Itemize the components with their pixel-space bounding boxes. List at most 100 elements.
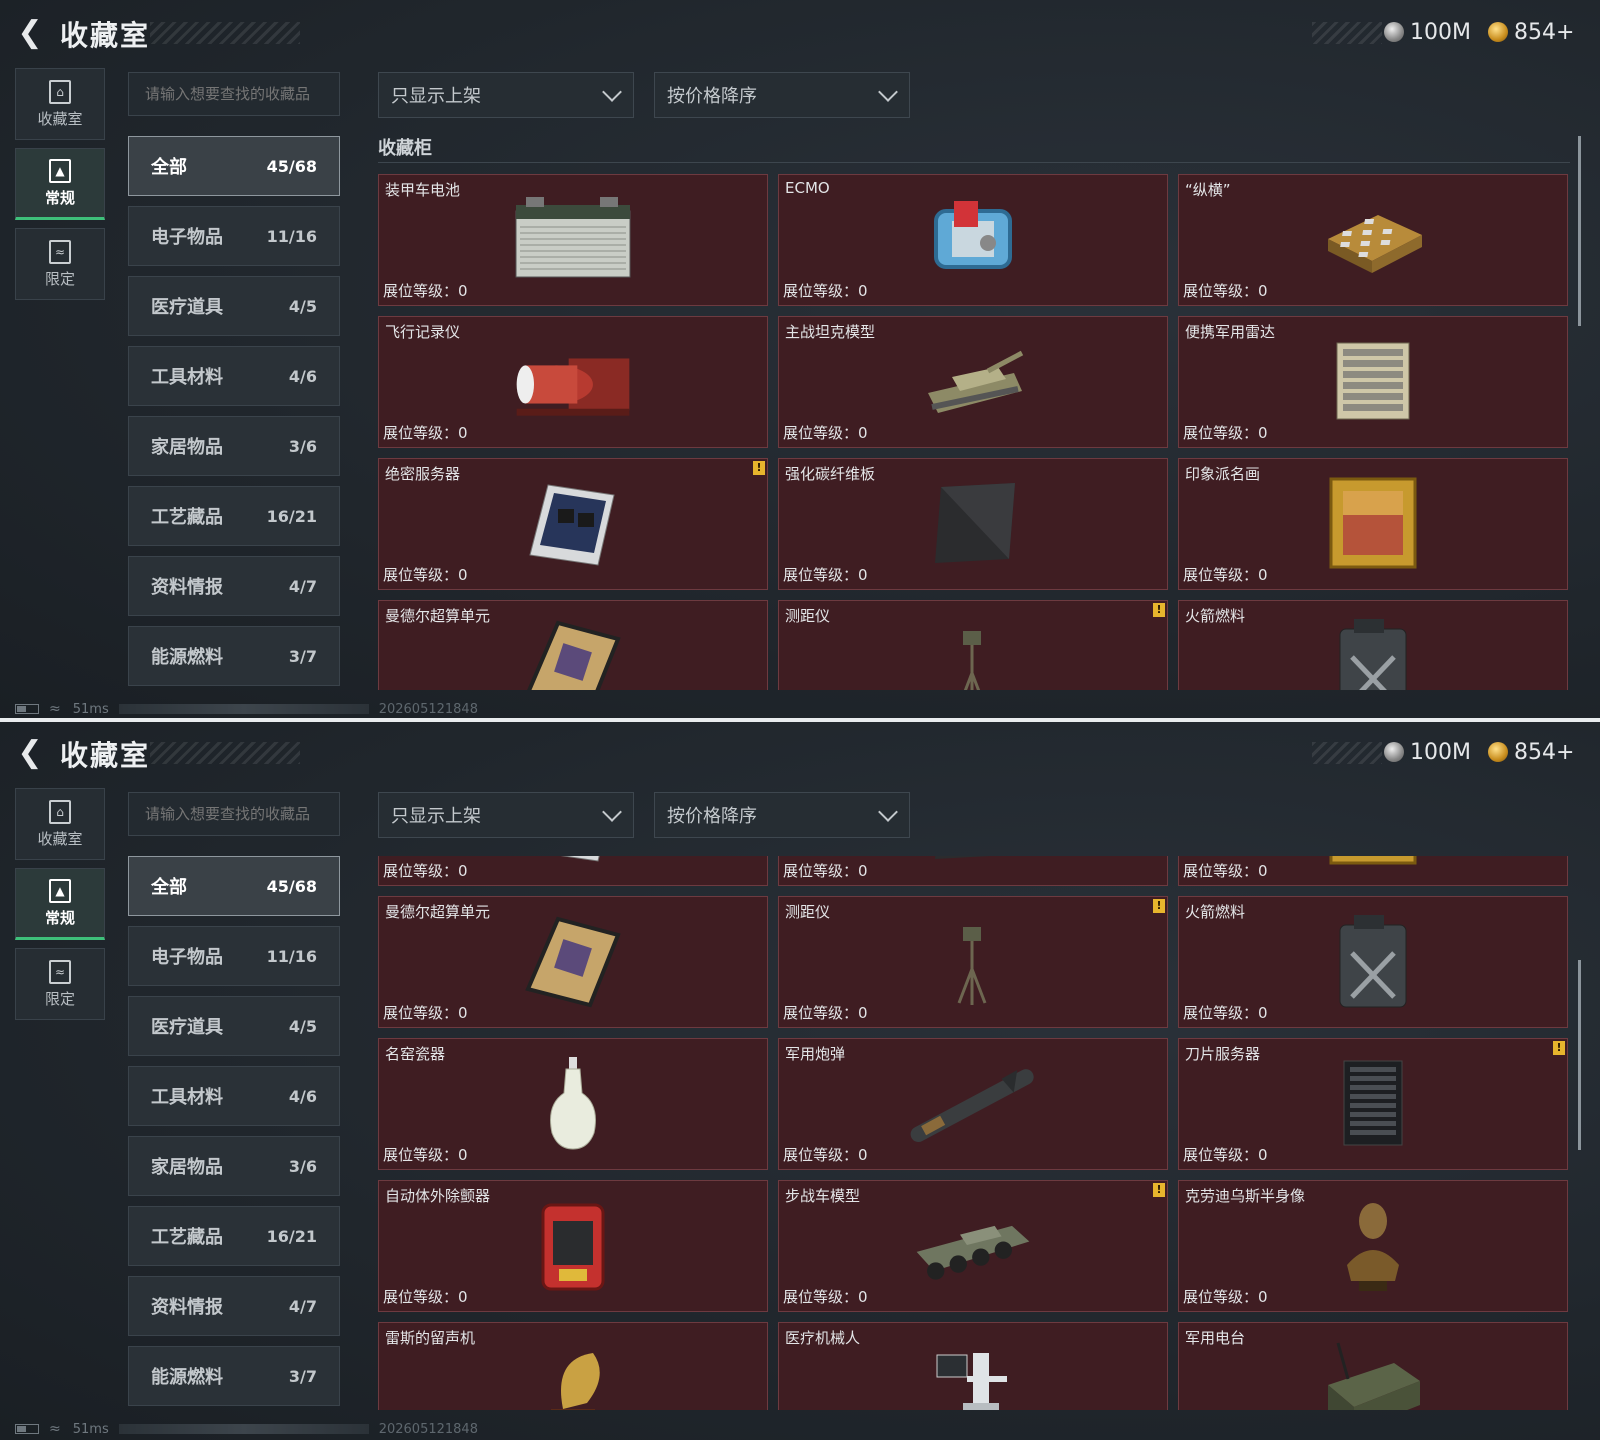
category-tab[interactable]: 全部 45/68 xyxy=(128,856,340,916)
collection-item-card[interactable]: 飞行记录仪 展位等级：0 xyxy=(378,316,768,448)
item-name: 军用电台 xyxy=(1185,1329,1246,1347)
item-name: 曼德尔超算单元 xyxy=(385,607,491,625)
currency-gold[interactable]: 854+ xyxy=(1488,738,1574,766)
category-tab[interactable]: 电子物品 11/16 xyxy=(128,206,340,266)
battery-icon xyxy=(508,189,638,289)
category-label: 能源燃料 xyxy=(151,1367,223,1388)
chevron-down-icon xyxy=(878,82,898,102)
display-level: 展位等级：0 xyxy=(383,1146,468,1164)
display-level: 展位等级：0 xyxy=(783,566,868,584)
nav-limited[interactable]: ≈ 限定 xyxy=(15,948,105,1020)
collection-item-card[interactable]: 绝密服务器展位等级：0! xyxy=(378,856,768,886)
collection-item-card[interactable]: 自动体外除颤器 展位等级：0 xyxy=(378,1180,768,1312)
nav-regular[interactable]: ▲ 常规 xyxy=(15,868,105,940)
divider xyxy=(0,718,1600,722)
category-count: 16/21 xyxy=(266,1226,317,1246)
currency-silver-value: 100M xyxy=(1410,19,1471,45)
category-tab[interactable]: 能源燃料 3/7 xyxy=(128,1346,340,1406)
artillery-shell-icon xyxy=(908,1053,1038,1153)
display-level: 展位等级：0 xyxy=(1183,1004,1268,1022)
category-tab[interactable]: 资料情报 4/7 xyxy=(128,1276,340,1336)
nav-regular[interactable]: ▲ 常规 xyxy=(15,148,105,220)
collection-item-card[interactable]: 医疗机械人展位等级：0 xyxy=(778,1322,1168,1410)
collection-item-card[interactable]: 强化碳纤维板展位等级：0 xyxy=(778,458,1168,590)
category-label: 家居物品 xyxy=(151,1157,223,1178)
currency-silver: 100M xyxy=(1384,18,1471,46)
category-tab[interactable]: 工具材料 4/6 xyxy=(128,1066,340,1126)
collection-item-card[interactable]: 主战坦克模型 展位等级：0 xyxy=(778,316,1168,448)
picture-icon: ≈ xyxy=(49,239,71,264)
nav-limited[interactable]: ≈ 限定 xyxy=(15,228,105,300)
nav-label: 限定 xyxy=(44,269,75,288)
item-name: 印象派名画 xyxy=(1185,465,1261,483)
silver-coin-icon xyxy=(1384,742,1404,762)
section-divider xyxy=(378,162,1570,163)
search-input[interactable] xyxy=(128,792,340,836)
collection-item-card[interactable]: 便携军用雷达 展位等级：0 xyxy=(1178,316,1568,448)
chevron-down-icon xyxy=(602,802,622,822)
collection-item-card[interactable]: 强化碳纤维板展位等级：0 xyxy=(778,856,1168,886)
collection-item-card[interactable]: 曼德尔超算单元展位等级：0 xyxy=(378,600,768,690)
shelf-filter-dropdown[interactable]: 只显示上架 xyxy=(378,72,634,118)
scrollbar[interactable] xyxy=(1578,960,1581,1150)
collection-item-card[interactable]: 测距仪展位等级：0! xyxy=(778,896,1168,1028)
collection-item-card[interactable]: 名窑瓷器 展位等级：0 xyxy=(378,1038,768,1170)
category-tab[interactable]: 家居物品 3/6 xyxy=(128,1136,340,1196)
collection-item-card[interactable]: 雷斯的留声机展位等级：0 xyxy=(378,1322,768,1410)
collection-item-card[interactable]: 步战车模型 展位等级：0! xyxy=(778,1180,1168,1312)
nav-vault[interactable]: ⌂ 收藏室 xyxy=(15,68,105,140)
warning-icon: ! xyxy=(1553,1041,1565,1055)
item-name: 克劳迪乌斯半身像 xyxy=(1185,1187,1306,1205)
display-level: 展位等级：0 xyxy=(783,424,868,442)
category-tab[interactable]: 家居物品 3/6 xyxy=(128,416,340,476)
collection-grid: 绝密服务器展位等级：0! 强化碳纤维板展位等级：0 印象派名画展位等级：0 曼德尔超算… xyxy=(378,856,1570,1410)
collection-item-card[interactable]: 火箭燃料展位等级：0 xyxy=(1178,600,1568,690)
tank-model-icon xyxy=(908,331,1038,431)
collection-item-card[interactable]: “纵横” 展位等级：0 xyxy=(1178,174,1568,306)
collection-item-card[interactable]: 火箭燃料展位等级：0 xyxy=(1178,896,1568,1028)
collection-item-card[interactable]: 装甲车电池 展位等级：0 xyxy=(378,174,768,306)
back-arrow-icon[interactable]: ❮ xyxy=(14,15,46,50)
item-name: 绝密服务器 xyxy=(385,465,461,483)
collection-item-card[interactable]: 印象派名画展位等级：0 xyxy=(1178,856,1568,886)
category-tab[interactable]: 医疗道具 4/5 xyxy=(128,276,340,336)
collection-item-card[interactable]: ECMO 展位等级：0 xyxy=(778,174,1168,306)
page-title: 收藏室 xyxy=(60,739,151,772)
search-input[interactable] xyxy=(128,72,340,116)
category-tab[interactable]: 工艺藏品 16/21 xyxy=(128,486,340,546)
wifi-icon: ≈ xyxy=(49,1421,61,1437)
item-name: 便携军用雷达 xyxy=(1185,323,1276,341)
category-tab[interactable]: 工具材料 4/6 xyxy=(128,346,340,406)
back-arrow-icon[interactable]: ❮ xyxy=(14,735,46,770)
decorative-hatch xyxy=(150,22,300,44)
sort-dropdown[interactable]: 按价格降序 xyxy=(654,72,910,118)
collection-item-card[interactable]: 绝密服务器展位等级：0! xyxy=(378,458,768,590)
category-count: 4/5 xyxy=(288,296,317,316)
collection-item-card[interactable]: 刀片服务器 展位等级：0! xyxy=(1178,1038,1568,1170)
collection-item-card[interactable]: 印象派名画展位等级：0 xyxy=(1178,458,1568,590)
category-tab[interactable]: 医疗道具 4/5 xyxy=(128,996,340,1056)
fuel-canister-icon xyxy=(1308,615,1438,690)
shelf-filter-dropdown[interactable]: 只显示上架 xyxy=(378,792,634,838)
nav-vault[interactable]: ⌂ 收藏室 xyxy=(15,788,105,860)
category-tab[interactable]: 资料情报 4/7 xyxy=(128,556,340,616)
category-tab[interactable]: 电子物品 11/16 xyxy=(128,926,340,986)
collection-item-card[interactable]: 克劳迪乌斯半身像 展位等级：0 xyxy=(1178,1180,1568,1312)
warning-icon: ! xyxy=(1153,899,1165,913)
collection-item-card[interactable]: 军用电台展位等级：0 xyxy=(1178,1322,1568,1410)
supercomputer-unit-icon xyxy=(508,615,638,690)
scrollbar[interactable] xyxy=(1578,136,1581,326)
category-tab[interactable]: 能源燃料 3/7 xyxy=(128,626,340,686)
currency-gold[interactable]: 854+ xyxy=(1488,18,1574,46)
sort-dropdown[interactable]: 按价格降序 xyxy=(654,792,910,838)
chessboard-icon xyxy=(1308,189,1438,289)
collection-item-card[interactable]: 测距仪展位等级：0! xyxy=(778,600,1168,690)
collection-item-card[interactable]: 军用炮弹 展位等级：0 xyxy=(778,1038,1168,1170)
category-tab[interactable]: 工艺藏品 16/21 xyxy=(128,1206,340,1266)
item-name: 火箭燃料 xyxy=(1185,903,1246,921)
document-icon: ▲ xyxy=(49,158,71,183)
category-tab[interactable]: 全部 45/68 xyxy=(128,136,340,196)
collection-item-card[interactable]: 曼德尔超算单元展位等级：0 xyxy=(378,896,768,1028)
nav-label: 收藏室 xyxy=(37,109,83,128)
category-count: 3/7 xyxy=(288,646,317,666)
